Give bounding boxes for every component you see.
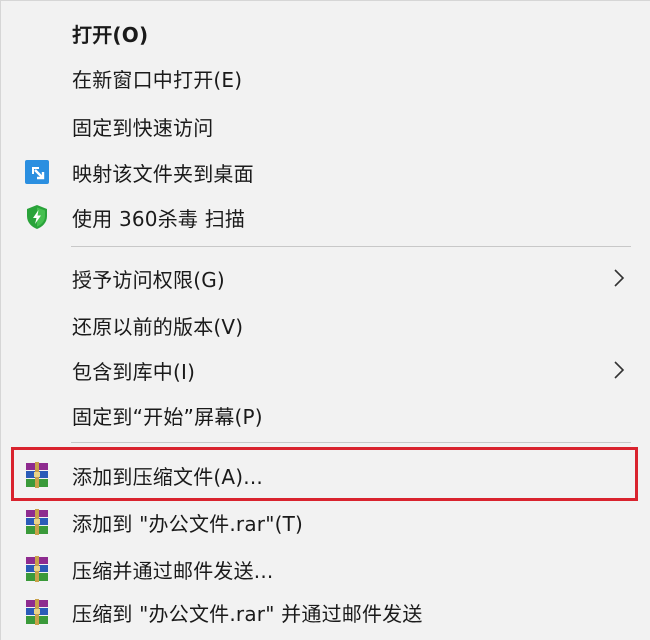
menu-item-label: 固定到“开始”屏幕(P) (72, 404, 263, 429)
360-shield-icon (24, 204, 50, 230)
context-menu: 打开(O) 在新窗口中打开(E) 固定到快速访问 映射该文件夹到桌面 使用 36… (0, 0, 650, 640)
winrar-icon (24, 556, 50, 582)
winrar-icon (24, 462, 50, 488)
menu-item-restore-versions[interactable]: 还原以前的版本(V) (2, 303, 648, 347)
menu-item-label: 打开(O) (72, 22, 149, 47)
menu-item-label: 添加到压缩文件(A)... (72, 464, 263, 489)
menu-item-label: 映射该文件夹到桌面 (72, 161, 254, 186)
menu-item-label: 还原以前的版本(V) (72, 314, 244, 339)
menu-item-grant-access[interactable]: 授予访问权限(G) (2, 256, 648, 300)
menu-item-include-library[interactable]: 包含到库中(I) (2, 348, 648, 392)
menu-item-label: 压缩到 "办公文件.rar" 并通过邮件发送 (72, 601, 423, 626)
menu-item-pin-quick-access[interactable]: 固定到快速访问 (2, 104, 648, 148)
winrar-icon (24, 599, 50, 625)
menu-item-label: 压缩并通过邮件发送... (72, 558, 274, 583)
menu-item-compress-email[interactable]: 压缩并通过邮件发送... (2, 547, 648, 591)
menu-item-360-scan[interactable]: 使用 360杀毒 扫描 (2, 195, 648, 239)
menu-item-label: 固定到快速访问 (72, 115, 214, 140)
menu-item-label: 在新窗口中打开(E) (72, 67, 243, 92)
menu-item-open[interactable]: 打开(O) (2, 11, 648, 55)
menu-item-add-to-archive[interactable]: 添加到压缩文件(A)... (2, 453, 648, 497)
chevron-right-icon (612, 360, 626, 380)
winrar-icon (24, 509, 50, 535)
menu-item-label: 包含到库中(I) (72, 359, 196, 384)
map-folder-icon (24, 159, 50, 185)
menu-item-label: 使用 360杀毒 扫描 (72, 206, 246, 231)
menu-item-open-new-window[interactable]: 在新窗口中打开(E) (2, 56, 648, 100)
menu-separator (71, 442, 631, 443)
menu-item-label: 授予访问权限(G) (72, 267, 225, 292)
menu-separator (71, 246, 631, 247)
menu-item-label: 添加到 "办公文件.rar"(T) (72, 511, 304, 536)
menu-item-add-to-rar[interactable]: 添加到 "办公文件.rar"(T) (2, 500, 648, 544)
chevron-right-icon (612, 268, 626, 288)
menu-item-pin-start[interactable]: 固定到“开始”屏幕(P) (2, 393, 648, 437)
menu-item-map-folder-desktop[interactable]: 映射该文件夹到桌面 (2, 150, 648, 194)
menu-item-compress-rar-email[interactable]: 压缩到 "办公文件.rar" 并通过邮件发送 (2, 590, 648, 634)
